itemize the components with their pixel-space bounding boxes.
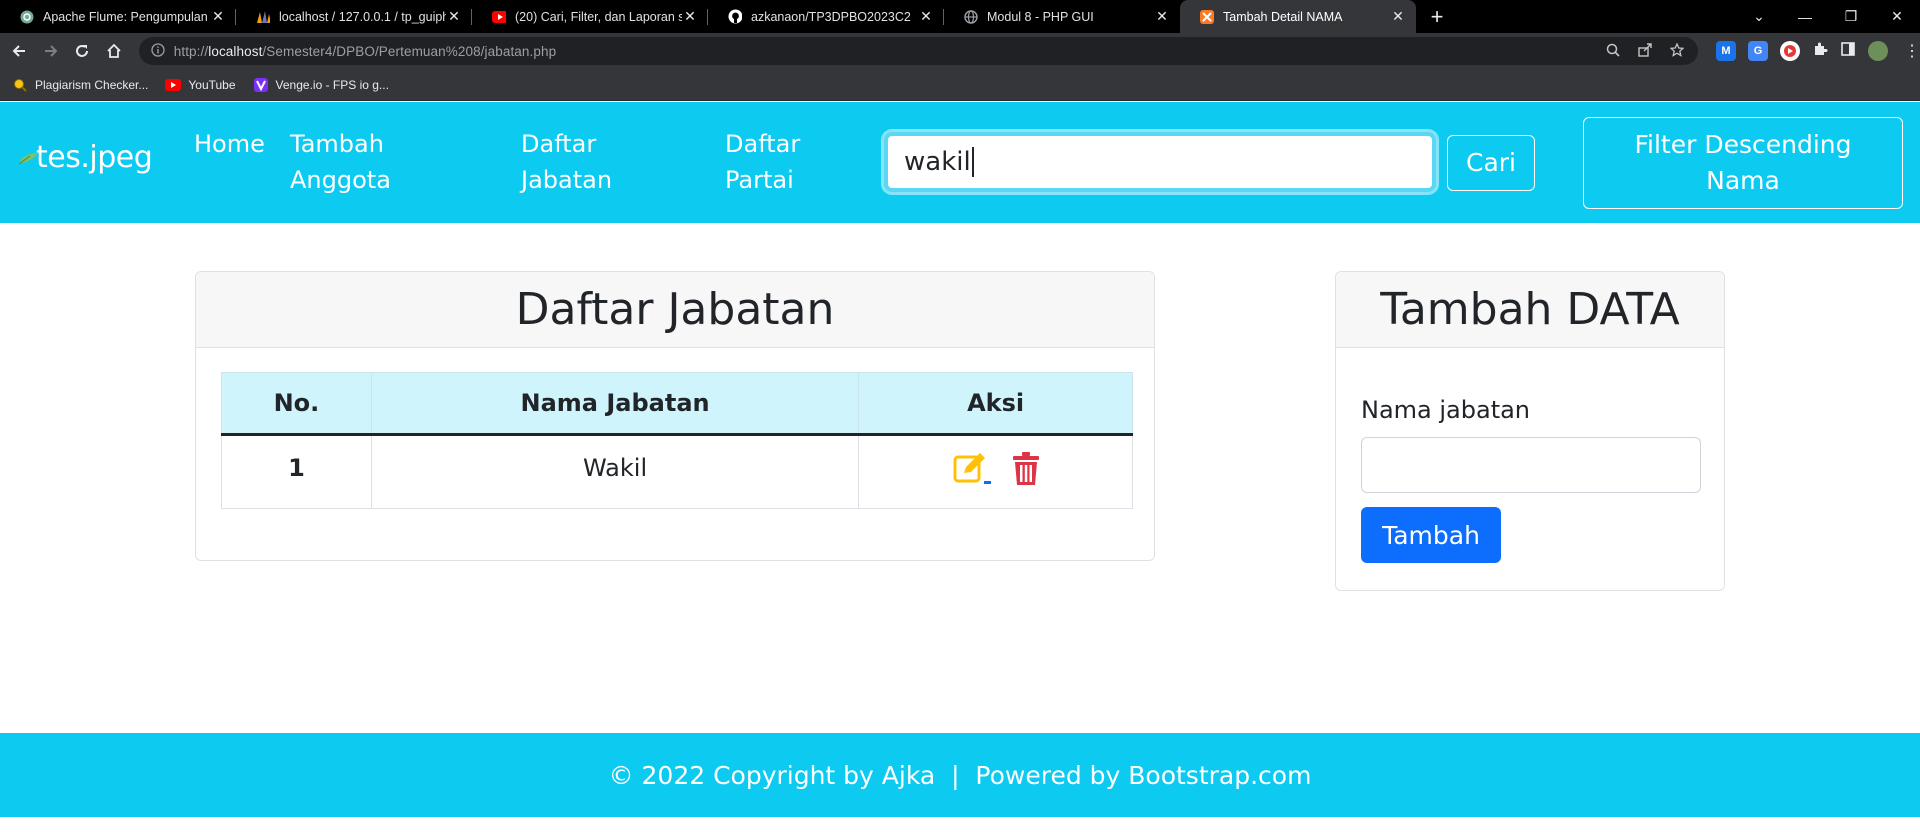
delete-trash-icon[interactable] <box>1012 452 1040 492</box>
back-icon[interactable] <box>6 37 32 65</box>
new-tab-button[interactable]: + <box>1422 0 1452 33</box>
close-tab-icon[interactable]: ✕ <box>918 8 934 25</box>
home-icon[interactable] <box>101 37 127 65</box>
globe-icon <box>964 9 978 24</box>
filter-descending-button[interactable]: Filter Descending Nama <box>1583 117 1903 209</box>
bookmark-item[interactable]: Venge.io - FPS io g... <box>253 77 389 93</box>
card-title: Tambah DATA <box>1336 272 1724 348</box>
youtube-icon <box>492 10 506 24</box>
menu-kebab-icon[interactable]: ⋮ <box>1904 41 1920 61</box>
window-close-icon[interactable]: ✕ <box>1874 0 1920 33</box>
tambah-button[interactable]: Tambah <box>1361 507 1501 563</box>
jabatan-list-card: Daftar Jabatan No. Nama Jabatan Aksi 1 W… <box>195 271 1155 561</box>
close-tab-icon[interactable]: ✕ <box>682 8 698 25</box>
brand-logo[interactable]: tes.jpeg <box>18 140 153 175</box>
bookmark-item[interactable]: Plagiarism Checker... <box>12 77 148 93</box>
bookmark-star-icon[interactable] <box>1669 41 1685 60</box>
nama-jabatan-label: Nama jabatan <box>1361 396 1531 424</box>
row-nama-jabatan: Wakil <box>370 434 860 509</box>
nav-daftar-partai[interactable]: Daftar Partai <box>725 126 800 198</box>
share-icon[interactable] <box>1638 42 1652 60</box>
record-extension-icon[interactable] <box>1779 41 1800 61</box>
reload-icon[interactable] <box>69 37 95 65</box>
chatgpt-icon <box>20 10 34 24</box>
browser-tab-active[interactable]: Tambah Detail NAMA ✕ <box>1180 0 1416 33</box>
edit-icon[interactable] <box>952 451 992 493</box>
search-button[interactable]: Cari <box>1447 135 1535 191</box>
browser-tab[interactable]: Apache Flume: Pengumpulan Dat ✕ <box>0 0 236 33</box>
youtube-icon <box>165 77 182 93</box>
nav-home[interactable]: Home <box>194 126 265 162</box>
translate-extension-icon[interactable]: G <box>1747 41 1768 61</box>
tab-search-icon[interactable]: ⌄ <box>1736 0 1782 33</box>
column-header: Nama Jabatan <box>370 372 860 436</box>
bookmark-item[interactable]: YouTube <box>165 77 236 93</box>
column-header: No. <box>221 372 372 436</box>
footer: © 2022 Copyright by Ajka | Powered by Bo… <box>0 733 1920 817</box>
close-tab-icon[interactable]: ✕ <box>1390 8 1406 25</box>
github-icon <box>728 9 742 24</box>
venge-icon <box>253 77 269 93</box>
row-number: 1 <box>221 434 372 509</box>
tab-title: Tambah Detail NAMA <box>1223 9 1343 24</box>
footer-copyright: © 2022 Copyright by Ajka | Powered by Bo… <box>608 760 1312 790</box>
extensions-area: M G ⋮ <box>1715 41 1920 62</box>
table-row: 1 Wakil <box>221 434 1133 509</box>
tab-title: localhost / 127.0.0.1 / tp_guiphp <box>279 9 446 24</box>
xampp-icon <box>1200 9 1214 24</box>
close-tab-icon[interactable]: ✕ <box>210 8 226 25</box>
browser-tab[interactable]: localhost / 127.0.0.1 / tp_guiphp ✕ <box>236 0 472 33</box>
magnifier-icon <box>12 77 28 93</box>
browser-tab[interactable]: (20) Cari, Filter, dan Laporan sede ✕ <box>472 0 708 33</box>
tab-title: Modul 8 - PHP GUI <box>987 9 1094 24</box>
brand-alt-text: tes.jpeg <box>36 140 153 175</box>
table-header-row: No. Nama Jabatan Aksi <box>221 372 1133 436</box>
nama-jabatan-input[interactable] <box>1361 437 1701 493</box>
tab-title: Apache Flume: Pengumpulan Dat <box>43 9 210 24</box>
browser-tab-strip: Apache Flume: Pengumpulan Dat ✕ localhos… <box>0 0 1920 33</box>
profile-avatar[interactable] <box>1867 41 1888 61</box>
window-controls: ⌄ — ❐ ✕ <box>1736 0 1920 33</box>
minimize-icon[interactable]: — <box>1782 0 1828 33</box>
url-text: http://localhost/Semester4/DPBO/Pertemua… <box>173 43 557 59</box>
jabatan-table: No. Nama Jabatan Aksi 1 Wakil <box>221 372 1133 509</box>
row-actions <box>858 434 1133 509</box>
site-info-icon[interactable] <box>151 42 165 60</box>
navbar: tes.jpeg Home Tambah Anggota Daftar Jaba… <box>0 102 1920 223</box>
search-input[interactable]: wakil <box>884 132 1436 192</box>
text-caret <box>971 147 974 177</box>
web-page: tes.jpeg Home Tambah Anggota Daftar Jaba… <box>0 102 1920 832</box>
side-panel-icon[interactable] <box>1840 41 1856 62</box>
zoom-icon[interactable] <box>1606 43 1620 60</box>
extension-m-icon[interactable]: M <box>1715 41 1736 61</box>
nav-daftar-jabatan[interactable]: Daftar Jabatan <box>521 126 612 198</box>
address-bar[interactable]: http://localhost/Semester4/DPBO/Pertemua… <box>138 37 1698 65</box>
close-tab-icon[interactable]: ✕ <box>1154 8 1170 25</box>
column-header: Aksi <box>858 372 1133 436</box>
card-title: Daftar Jabatan <box>196 272 1154 348</box>
tambah-data-card: Tambah DATA Nama jabatan Tambah <box>1335 271 1725 591</box>
restore-icon[interactable]: ❐ <box>1828 0 1874 33</box>
bookmarks-bar: Plagiarism Checker... YouTube Venge.io -… <box>0 69 1920 101</box>
forward-icon[interactable] <box>38 37 64 65</box>
tab-title: azkanaon/TP3DPBO2023C2 <box>751 9 911 24</box>
tab-title: (20) Cari, Filter, dan Laporan sede <box>515 9 682 24</box>
phpmyadmin-icon <box>256 10 270 24</box>
close-tab-icon[interactable]: ✕ <box>446 8 462 25</box>
browser-tab[interactable]: azkanaon/TP3DPBO2023C2 ✕ <box>708 0 944 33</box>
browser-toolbar: http://localhost/Semester4/DPBO/Pertemua… <box>0 33 1920 69</box>
browser-tab[interactable]: Modul 8 - PHP GUI ✕ <box>944 0 1180 33</box>
nav-tambah-anggota[interactable]: Tambah Anggota <box>290 126 391 198</box>
extensions-puzzle-icon[interactable] <box>1812 41 1828 62</box>
